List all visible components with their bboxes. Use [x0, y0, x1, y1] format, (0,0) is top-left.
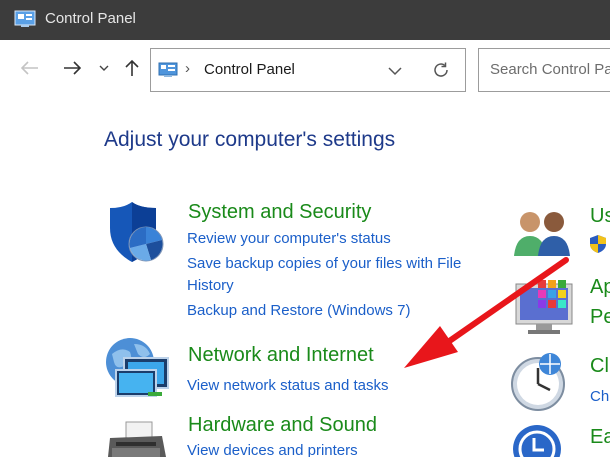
link-view-network-status[interactable]: View network status and tasks	[187, 377, 389, 394]
link-view-devices-and-printers[interactable]: View devices and printers	[187, 442, 358, 457]
search-input[interactable]	[490, 61, 610, 78]
control-panel-small-icon	[158, 62, 178, 83]
chevron-down-icon	[388, 67, 402, 76]
uac-shield-icon	[588, 234, 608, 259]
search-box[interactable]	[478, 48, 610, 92]
category-clock-and-region[interactable]: Cl	[590, 355, 609, 378]
breadcrumb-chevron-icon[interactable]: ›	[185, 60, 190, 77]
category-personalization[interactable]: Pe	[590, 306, 610, 329]
address-bar[interactable]: › Control Panel	[150, 48, 466, 92]
link-change-date-time[interactable]: Ch	[590, 388, 609, 405]
category-ease-of-access[interactable]: Ea	[590, 426, 610, 449]
ease-of-access-icon[interactable]	[512, 424, 562, 457]
arrow-up-icon	[125, 59, 139, 76]
window-title: Control Panel	[45, 10, 136, 27]
page-heading: Adjust your computer's settings	[104, 128, 396, 151]
arrow-left-icon	[21, 61, 38, 75]
programs-icon[interactable]	[514, 276, 578, 341]
back-button[interactable]	[14, 53, 46, 83]
up-button[interactable]	[118, 53, 146, 83]
navigation-toolbar: › Control Panel	[0, 40, 610, 98]
category-system-and-security[interactable]: System and Security	[188, 201, 371, 224]
title-bar: Control Panel	[0, 0, 610, 40]
recent-locations-button[interactable]	[94, 53, 114, 83]
category-appearance[interactable]: Ap	[590, 276, 610, 299]
user-accounts-icon[interactable]	[512, 208, 574, 263]
address-dropdown-button[interactable]	[388, 63, 402, 81]
link-backup-and-restore[interactable]: Backup and Restore (Windows 7)	[187, 302, 410, 319]
arrow-right-icon	[64, 61, 81, 75]
category-user-accounts[interactable]: Us	[590, 205, 610, 228]
chevron-down-icon	[99, 65, 109, 71]
forward-button[interactable]	[58, 53, 86, 83]
category-hardware-and-sound[interactable]: Hardware and Sound	[188, 414, 377, 437]
refresh-button[interactable]	[431, 60, 451, 85]
clock-icon[interactable]	[510, 352, 566, 419]
refresh-icon	[434, 62, 448, 77]
control-panel-icon	[14, 10, 36, 33]
category-network-and-internet[interactable]: Network and Internet	[188, 344, 374, 367]
link-file-history[interactable]: History	[187, 277, 234, 294]
link-save-backup-copies[interactable]: Save backup copies of your files with Fi…	[187, 255, 461, 272]
breadcrumb-control-panel[interactable]: Control Panel	[204, 61, 295, 78]
shield-icon[interactable]	[106, 200, 170, 271]
network-icon[interactable]	[104, 336, 174, 405]
printer-icon[interactable]	[106, 420, 170, 457]
link-review-computer-status[interactable]: Review your computer's status	[187, 230, 391, 247]
